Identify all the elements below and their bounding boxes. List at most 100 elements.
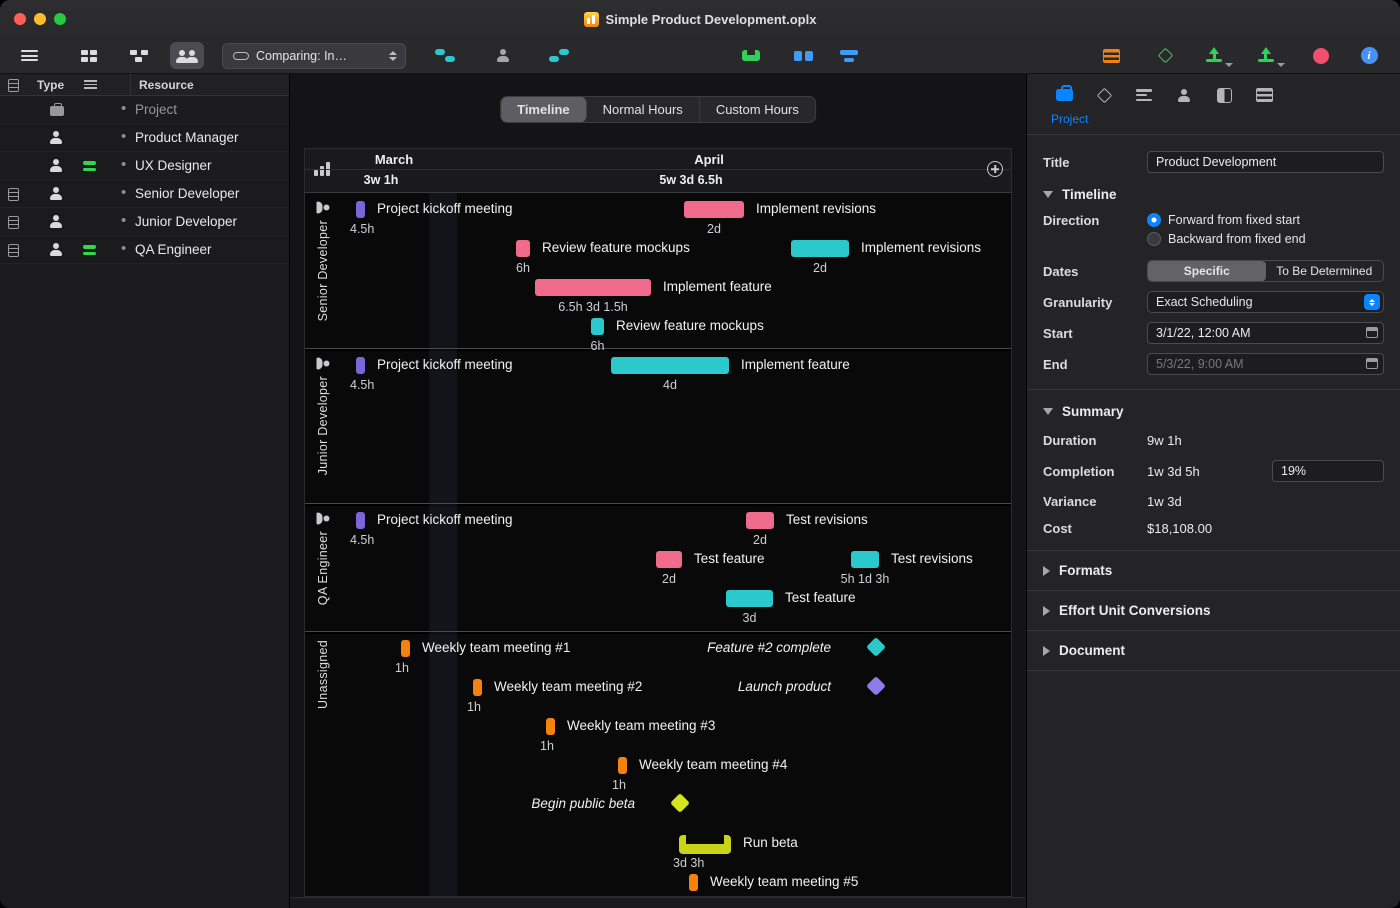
- column-divider[interactable]: [130, 74, 131, 95]
- type-column-header[interactable]: Type: [37, 78, 64, 92]
- tab-milestones[interactable]: [1091, 84, 1117, 106]
- outline-view-button[interactable]: [72, 42, 106, 69]
- summary-section-header[interactable]: Summary: [1027, 390, 1400, 421]
- catch-up-button[interactable]: [1304, 42, 1338, 69]
- task-bar[interactable]: [851, 551, 879, 568]
- month-label: March: [334, 152, 454, 167]
- split-task-button[interactable]: [786, 42, 820, 69]
- timeline-section-header[interactable]: Timeline: [1027, 173, 1400, 204]
- task-bar[interactable]: [791, 240, 849, 257]
- hammock-task-bar[interactable]: [679, 835, 731, 854]
- summary-value: 1w 3d 5h: [1147, 460, 1384, 482]
- task-label: Review feature mockups: [542, 238, 690, 258]
- dates-segmented-control: Specific To Be Determined: [1147, 260, 1384, 282]
- tab-resource-info[interactable]: [1171, 84, 1197, 106]
- timeline-panel: TimelineNormal HoursCustom Hours March A…: [290, 74, 1027, 908]
- tab-custom-data[interactable]: [1251, 84, 1277, 106]
- gantt-row-junior-developer: Junior DeveloperProject kickoff meeting4…: [305, 349, 1011, 504]
- task-duration: 5h 1d 3h: [805, 571, 925, 587]
- resources-view-button[interactable]: [170, 42, 204, 69]
- comparing-dropdown[interactable]: Comparing: In…: [222, 43, 406, 69]
- task-bar[interactable]: [546, 718, 555, 735]
- task-bar[interactable]: [618, 757, 627, 774]
- task-bar[interactable]: [684, 201, 744, 218]
- person-icon: [1178, 89, 1190, 102]
- diamond-icon: [1096, 87, 1112, 103]
- assign-resource-button[interactable]: [486, 42, 520, 69]
- task-bar[interactable]: [356, 512, 365, 529]
- connect-tasks-button[interactable]: [428, 42, 462, 69]
- resource-name: UX Designer: [135, 158, 212, 173]
- network-view-button[interactable]: [122, 42, 156, 69]
- section-effort-unit-conversions[interactable]: Effort Unit Conversions: [1027, 591, 1400, 631]
- calendar-icon[interactable]: [1366, 327, 1378, 338]
- summary-row-completion: Completion1w 3d 5h: [1043, 460, 1384, 482]
- start-date-input[interactable]: [1147, 322, 1384, 344]
- toolbar: Comparing: In… i: [0, 38, 1400, 74]
- milestone-diamond[interactable]: [866, 637, 886, 657]
- task-bar[interactable]: [726, 590, 773, 607]
- task-bar[interactable]: [356, 201, 365, 218]
- hammock-task-button[interactable]: [734, 42, 768, 69]
- completion-percent-input[interactable]: [1272, 460, 1384, 482]
- resource-column-header[interactable]: Resource: [139, 78, 194, 92]
- tab-styles[interactable]: [1211, 84, 1237, 106]
- radio-selected-icon: [1147, 213, 1161, 227]
- dates-specific-segment[interactable]: Specific: [1148, 261, 1266, 281]
- inspector-tabs: [1027, 74, 1400, 106]
- unlink-tasks-icon: [549, 49, 569, 62]
- task-duration: 1h: [612, 777, 626, 793]
- sidebar-toggle-button[interactable]: [12, 42, 46, 69]
- task-bar[interactable]: [746, 512, 774, 529]
- resource-row-ux-designer[interactable]: • UX Designer: [0, 152, 289, 180]
- direction-forward-option[interactable]: Forward from fixed start: [1147, 213, 1384, 227]
- resource-row-product-manager[interactable]: •Product Manager: [0, 124, 289, 152]
- task-bar[interactable]: [535, 279, 651, 296]
- dates-tbd-segment[interactable]: To Be Determined: [1266, 261, 1384, 281]
- task-bar[interactable]: [656, 551, 682, 568]
- milestone-diamond[interactable]: [866, 676, 886, 696]
- resource-row-project[interactable]: •Project: [0, 96, 289, 124]
- sync-button[interactable]: [1254, 42, 1288, 69]
- person-icon: [317, 513, 330, 525]
- task-bar[interactable]: [401, 640, 410, 657]
- task-bar[interactable]: [473, 679, 482, 696]
- resource-row-junior-developer[interactable]: •Junior Developer: [0, 208, 289, 236]
- resource-row-senior-developer[interactable]: •Senior Developer: [0, 180, 289, 208]
- zoom-icon[interactable]: [987, 161, 1003, 177]
- task-bar[interactable]: [591, 318, 604, 335]
- task-bar[interactable]: [516, 240, 530, 257]
- view-tab-custom-hours[interactable]: Custom Hours: [700, 97, 815, 122]
- horizontal-scrollbar[interactable]: [290, 897, 1026, 908]
- row-bullet: •: [121, 156, 126, 173]
- task-duration: 3d: [690, 610, 810, 626]
- sync-arrow-icon: [1258, 49, 1274, 62]
- document-icon: [584, 12, 599, 27]
- row-bullet: •: [121, 240, 126, 257]
- resource-sidebar: Type Resource •Project•Product Manager • U…: [0, 74, 290, 908]
- level-resources-button[interactable]: [832, 42, 866, 69]
- publish-button[interactable]: [1202, 42, 1236, 69]
- title-input[interactable]: [1147, 151, 1384, 173]
- task-duration: 4.5h: [350, 377, 374, 393]
- violations-button[interactable]: [1148, 42, 1182, 69]
- section-formats[interactable]: Formats: [1027, 551, 1400, 591]
- show-table-button[interactable]: [1094, 42, 1128, 69]
- tab-task-info[interactable]: [1131, 84, 1157, 106]
- section-document[interactable]: Document: [1027, 631, 1400, 671]
- disconnect-tasks-button[interactable]: [542, 42, 576, 69]
- gantt-row-label: Senior Developer: [305, 193, 341, 348]
- inspector-toggle-button[interactable]: i: [1352, 42, 1386, 69]
- view-tab-timeline[interactable]: Timeline: [501, 97, 587, 122]
- milestone-diamond[interactable]: [670, 793, 690, 813]
- granularity-select[interactable]: Exact Scheduling: [1147, 291, 1384, 313]
- view-tab-normal-hours[interactable]: Normal Hours: [587, 97, 700, 122]
- task-bar[interactable]: [356, 357, 365, 374]
- tab-project[interactable]: [1051, 84, 1077, 106]
- end-date-input[interactable]: [1147, 353, 1384, 375]
- task-bar[interactable]: [611, 357, 729, 374]
- task-bar[interactable]: [689, 874, 698, 891]
- calendar-icon[interactable]: [1366, 358, 1378, 369]
- resource-row-qa-engineer[interactable]: •QA Engineer: [0, 236, 289, 264]
- direction-backward-option[interactable]: Backward from fixed end: [1147, 232, 1384, 246]
